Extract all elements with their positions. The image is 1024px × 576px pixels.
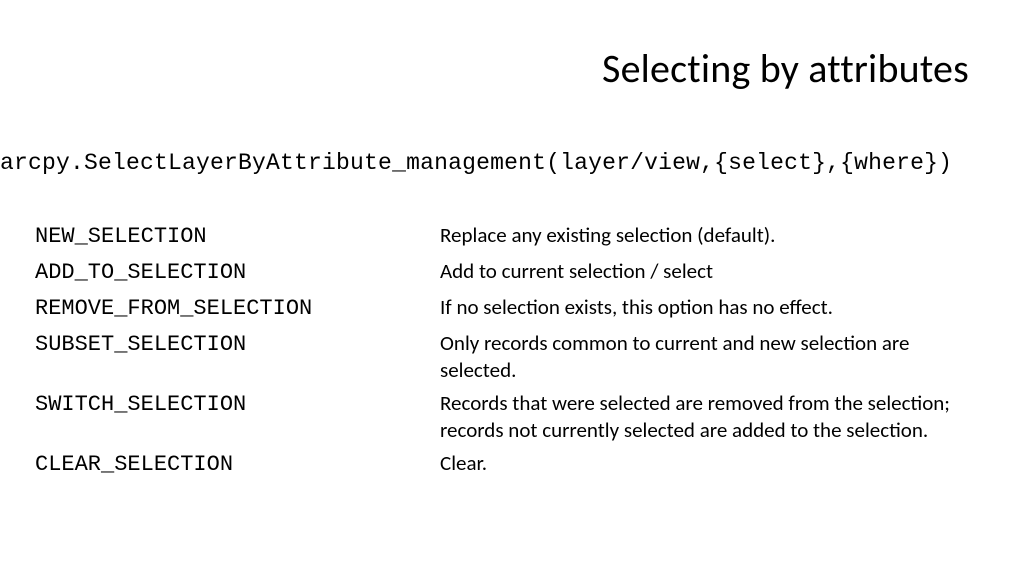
options-table: NEW_SELECTION Replace any existing selec… <box>35 222 985 486</box>
option-key: SUBSET_SELECTION <box>35 330 440 360</box>
table-row: REMOVE_FROM_SELECTION If no selection ex… <box>35 294 985 324</box>
slide: Selecting by attributes arcpy.SelectLaye… <box>0 0 1024 576</box>
option-key: NEW_SELECTION <box>35 222 440 252</box>
table-row: NEW_SELECTION Replace any existing selec… <box>35 222 985 252</box>
option-desc: Records that were selected are removed f… <box>440 390 985 444</box>
option-key: SWITCH_SELECTION <box>35 390 440 420</box>
table-row: CLEAR_SELECTION Clear. <box>35 450 985 480</box>
option-key: ADD_TO_SELECTION <box>35 258 440 288</box>
table-row: SUBSET_SELECTION Only records common to … <box>35 330 985 384</box>
option-desc: Replace any existing selection (default)… <box>440 222 985 249</box>
option-key: CLEAR_SELECTION <box>35 450 440 480</box>
option-desc: Only records common to current and new s… <box>440 330 985 384</box>
option-desc: If no selection exists, this option has … <box>440 294 985 321</box>
option-key: REMOVE_FROM_SELECTION <box>35 294 440 324</box>
table-row: ADD_TO_SELECTION Add to current selectio… <box>35 258 985 288</box>
syntax-line: arcpy.SelectLayerByAttribute_management(… <box>0 150 1024 176</box>
table-row: SWITCH_SELECTION Records that were selec… <box>35 390 985 444</box>
slide-title: Selecting by attributes <box>602 44 969 93</box>
option-desc: Add to current selection / select <box>440 258 985 285</box>
option-desc: Clear. <box>440 450 985 477</box>
